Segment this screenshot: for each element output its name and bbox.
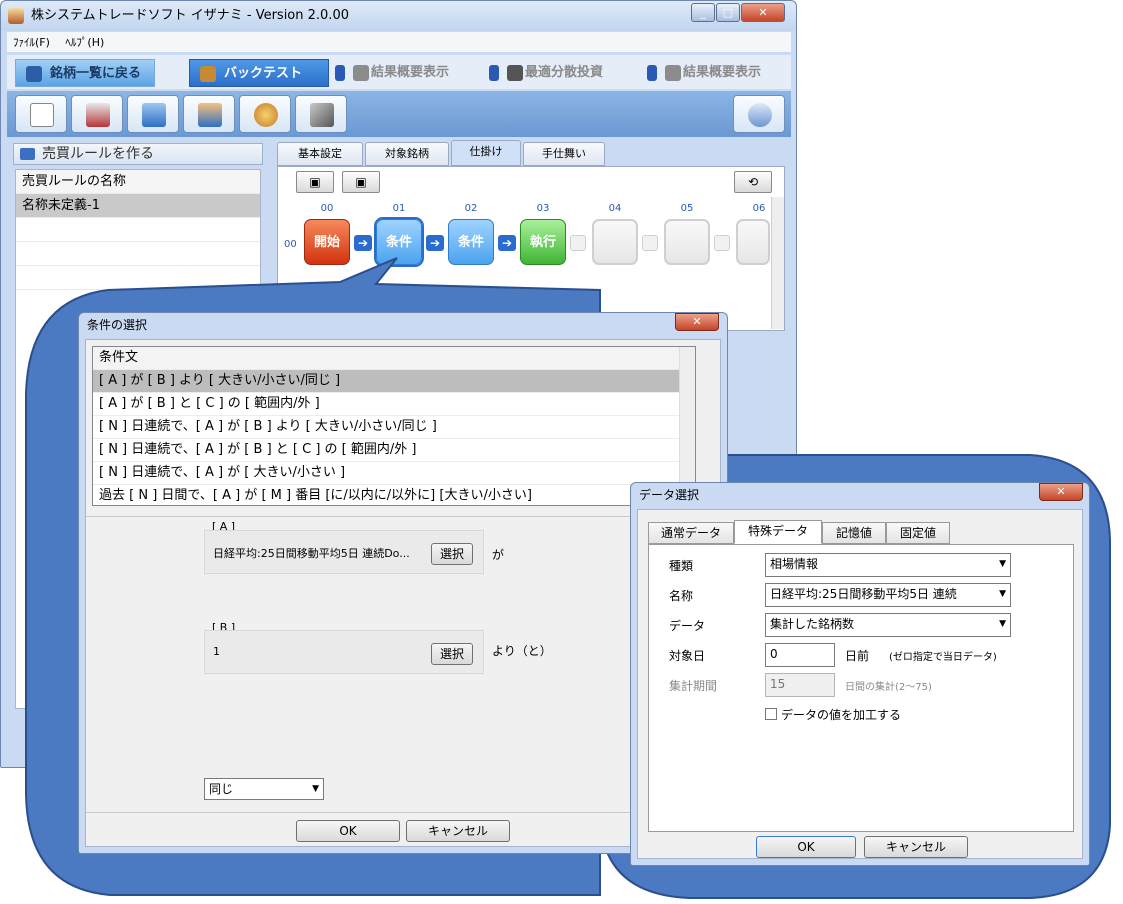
name-label: 名称	[669, 589, 694, 603]
list-item[interactable]: [ A ] が [ B ] より [ 大きい/小さい/同じ ]	[93, 370, 695, 393]
period-label: 集計期間	[669, 679, 718, 693]
chevron-down-icon: ▼	[312, 784, 319, 794]
select-b-button[interactable]: 選択	[431, 643, 473, 665]
divider	[86, 812, 722, 813]
group-b-box: 1 選択	[204, 630, 484, 674]
tab-normal-data[interactable]: 通常データ	[648, 522, 734, 544]
condition-dialog-close-button[interactable]: ✕	[675, 313, 719, 331]
name-dropdown[interactable]: 日経平均:25日間移動平均5日 連続 ▼	[765, 583, 1011, 607]
condition-list: 条件文 [ A ] が [ B ] より [ 大きい/小さい/同じ ] [ A …	[92, 346, 696, 508]
cancel-button[interactable]: キャンセル	[406, 820, 510, 842]
data-value: 集計した銘柄数	[770, 617, 855, 631]
kind-label: 種類	[669, 559, 694, 573]
compare-dropdown[interactable]: 同じ ▼	[204, 778, 324, 800]
data-dropdown[interactable]: 集計した銘柄数 ▼	[765, 613, 1011, 637]
data-label: データ	[669, 619, 706, 633]
data-dialog-title: データ選択	[639, 488, 700, 502]
process-value-label: データの値を加工する	[781, 708, 902, 722]
divider	[86, 516, 722, 517]
period-input[interactable]: 15	[765, 673, 835, 697]
name-value: 日経平均:25日間移動平均5日 連続	[770, 587, 957, 601]
special-data-panel: 種類 相場情報 ▼ 名称 日経平均:25日間移動平均5日 連続 ▼ データ 集計…	[648, 544, 1074, 832]
group-a-suffix: が	[492, 548, 505, 562]
target-day-input[interactable]: 0	[765, 643, 835, 667]
screenshot-stage: 株システムトレードソフト イザナミ - Version 2.0.00 _ □ ✕…	[0, 0, 1123, 904]
list-item[interactable]: [ N ] 日連続で、[ A ] が [ 大きい/小さい ]	[93, 462, 695, 485]
tab-special-data[interactable]: 特殊データ	[734, 520, 822, 544]
target-day-note: (ゼロ指定で当日データ)	[889, 652, 997, 663]
group-b-value: 1	[213, 645, 220, 658]
kind-dropdown[interactable]: 相場情報 ▼	[765, 553, 1011, 577]
data-dialog-close-button[interactable]: ✕	[1039, 483, 1083, 501]
period-suffix: 日間の集計(2〜75)	[845, 682, 932, 693]
tab-fixed-value[interactable]: 固定値	[886, 522, 950, 544]
select-a-button[interactable]: 選択	[431, 543, 473, 565]
process-value-checkbox[interactable]	[765, 708, 777, 720]
target-day-label: 対象日	[669, 649, 706, 663]
chevron-down-icon: ▼	[999, 619, 1006, 629]
ok-button[interactable]: OK	[756, 836, 856, 858]
group-a-value: 日経平均:25日間移動平均5日 連続Do...	[213, 547, 410, 560]
condition-dialog-title: 条件の選択	[87, 318, 148, 332]
data-select-dialog: データ選択 ✕ 通常データ 特殊データ 記憶値 固定値 種類 相場情報 ▼ 名称…	[630, 482, 1090, 866]
cancel-button[interactable]: キャンセル	[864, 836, 968, 858]
list-item[interactable]: [ A ] が [ B ] と [ C ] の [ 範囲内/外 ]	[93, 393, 695, 416]
group-b-suffix: より（と）	[492, 644, 552, 658]
chevron-down-icon: ▼	[999, 559, 1006, 569]
list-item[interactable]: [ N ] 日連続で、[ A ] が [ B ] より [ 大きい/小さい/同じ…	[93, 416, 695, 439]
list-item[interactable]: 過去 [ N ] 日間で、[ A ] が [ M ] 番目 [に/以内に/以外に…	[93, 485, 695, 508]
data-dialog-body: 通常データ 特殊データ 記憶値 固定値 種類 相場情報 ▼ 名称 日経平均:25…	[637, 509, 1083, 859]
compare-value: 同じ	[209, 782, 234, 796]
group-a-box: 日経平均:25日間移動平均5日 連続Do... 選択	[204, 530, 484, 574]
list-item[interactable]: [ N ] 日連続で、[ A ] が [ B ] と [ C ] の [ 範囲内…	[93, 439, 695, 462]
condition-list-header: 条件文	[93, 347, 695, 370]
tab-stored-value[interactable]: 記憶値	[822, 522, 886, 544]
ok-button[interactable]: OK	[296, 820, 400, 842]
chevron-down-icon: ▼	[999, 584, 1006, 604]
kind-value: 相場情報	[770, 557, 819, 571]
condition-dialog-body: 条件文 [ A ] が [ B ] より [ 大きい/小さい/同じ ] [ A …	[85, 339, 722, 847]
target-day-suffix: 日前	[845, 649, 870, 663]
